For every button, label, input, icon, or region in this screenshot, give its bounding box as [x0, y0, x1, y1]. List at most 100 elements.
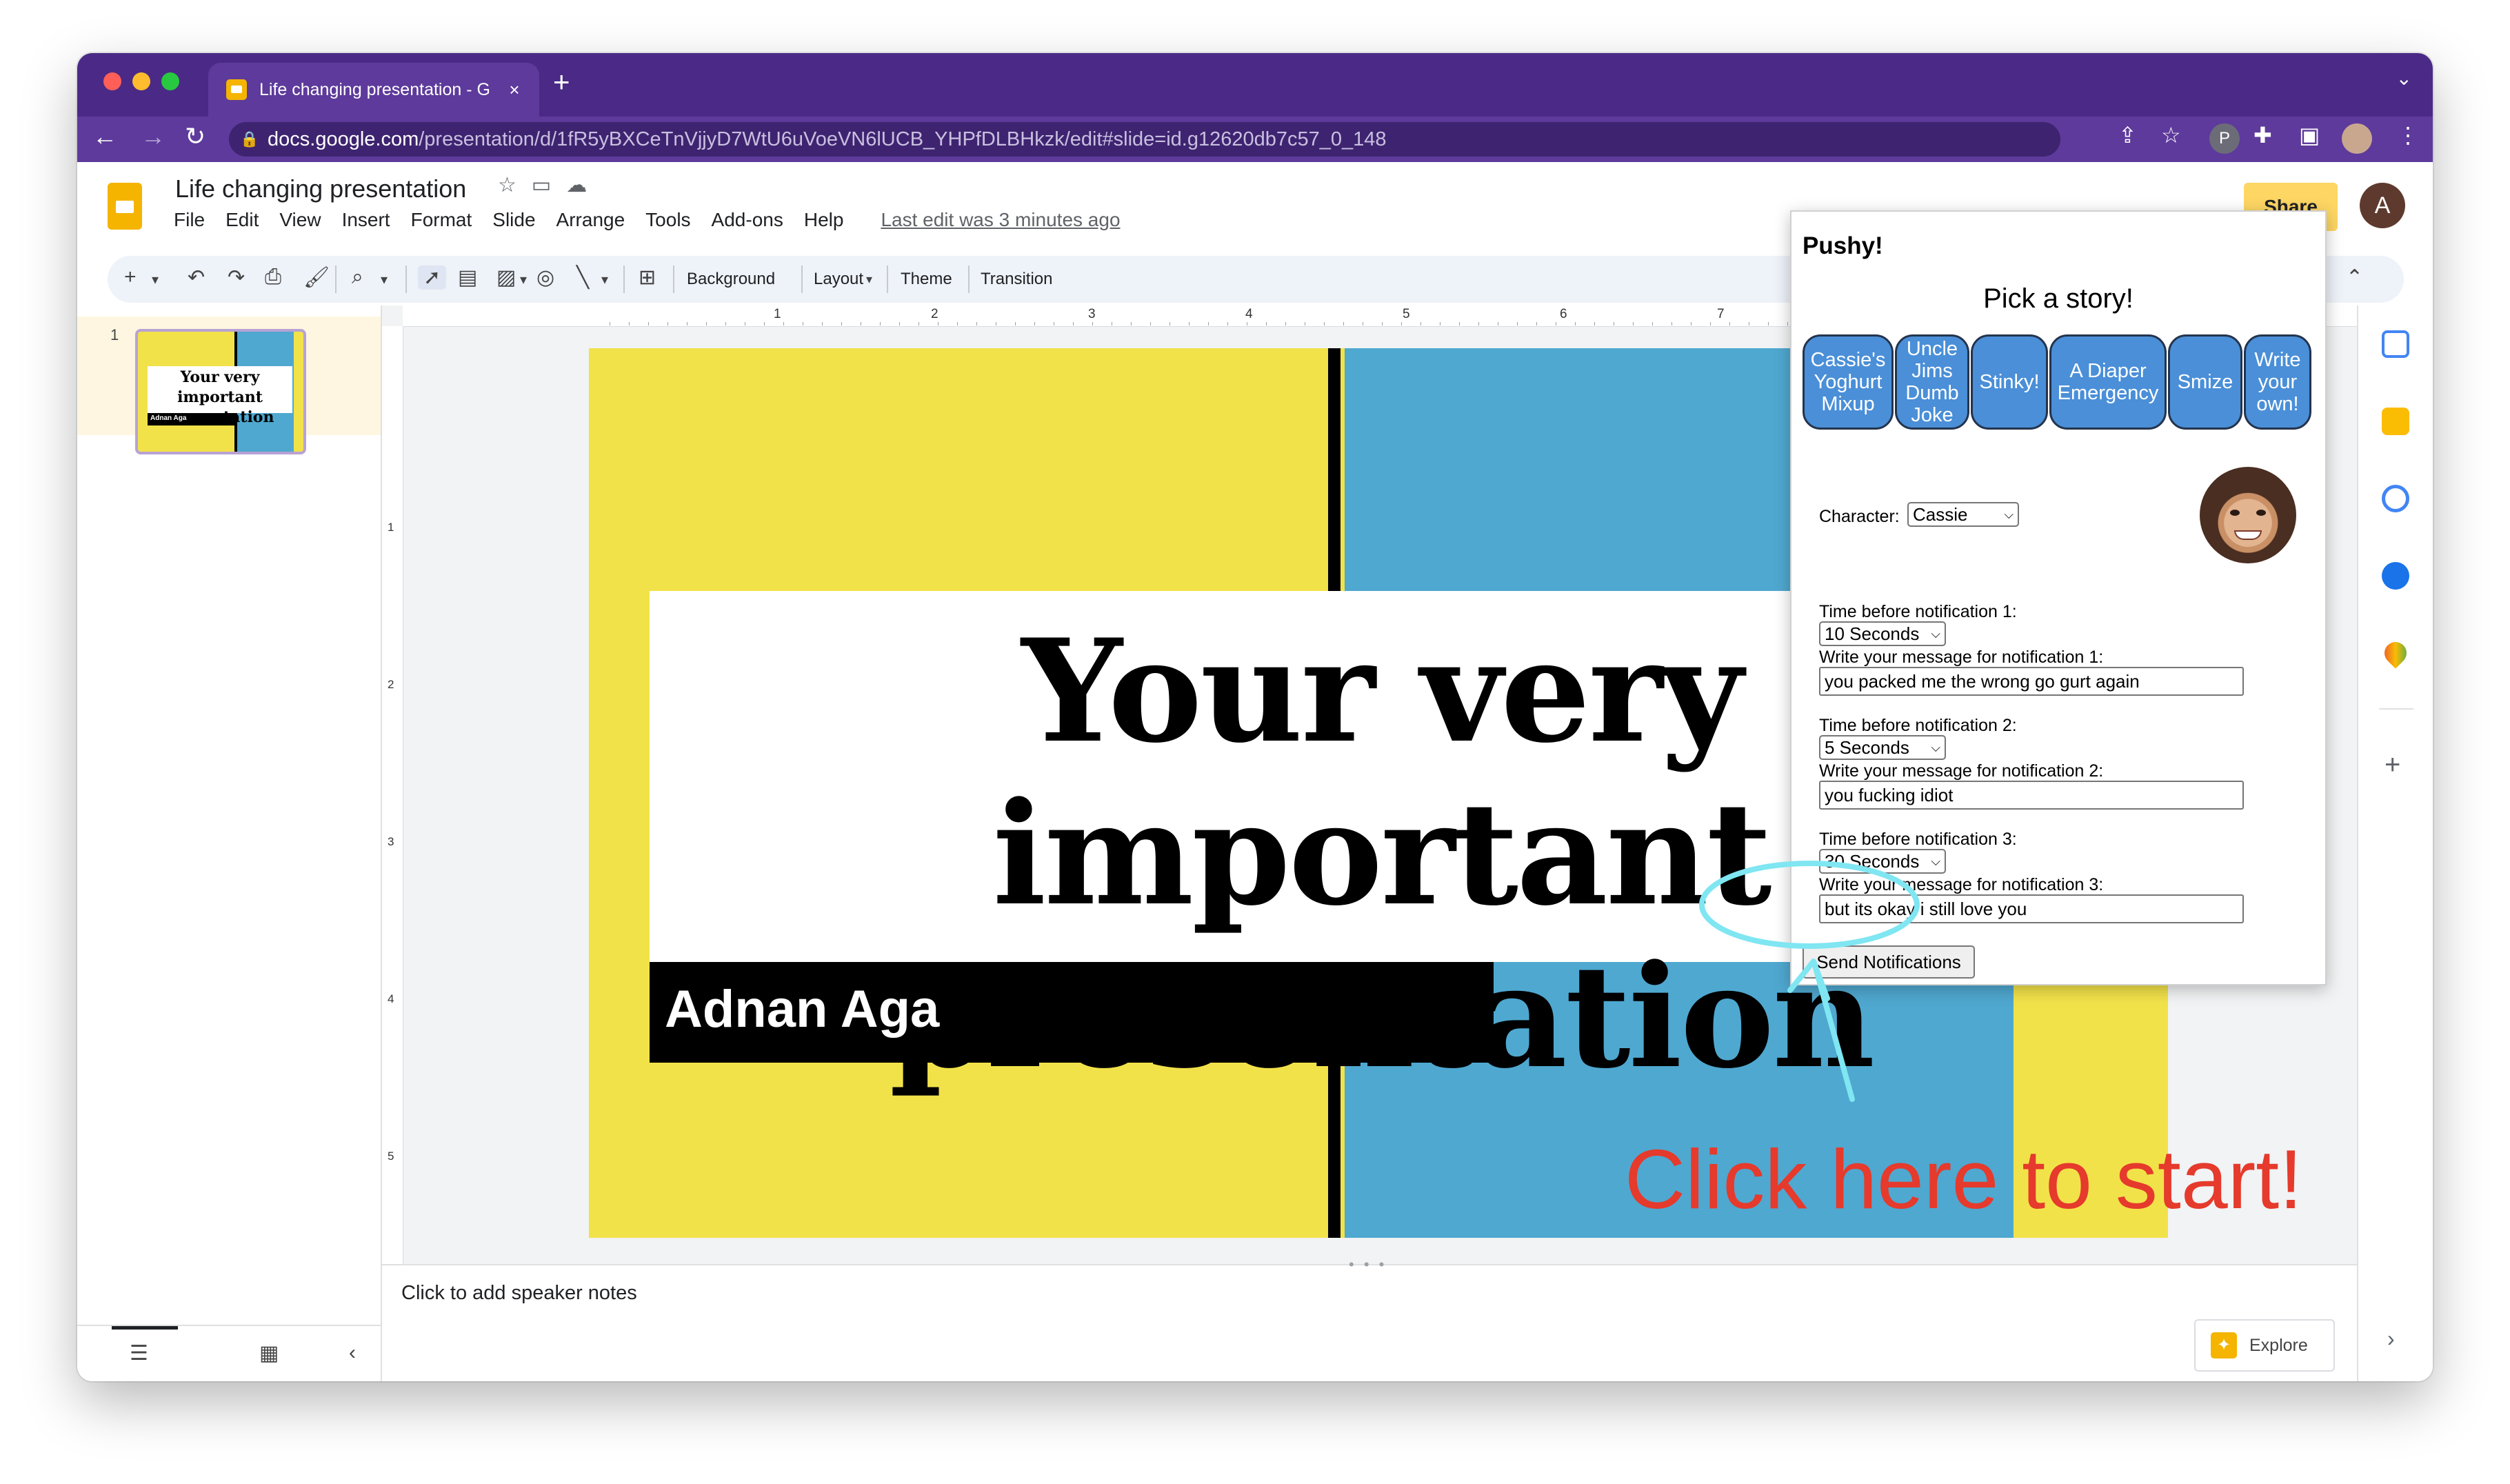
- share-page-icon[interactable]: ⇪: [2118, 122, 2137, 148]
- text-box-icon[interactable]: ▤: [458, 265, 477, 290]
- comment-icon[interactable]: ⊞: [639, 265, 656, 290]
- zoom-dropdown-icon[interactable]: ▾: [381, 271, 388, 288]
- new-tab-icon[interactable]: +: [553, 66, 570, 99]
- tasks-icon[interactable]: [2382, 485, 2409, 512]
- undo-icon[interactable]: ↶: [188, 265, 205, 290]
- close-tab-icon[interactable]: ×: [501, 79, 528, 101]
- character-select-value: Cassie: [1913, 503, 1968, 525]
- hide-menus-chevron-icon[interactable]: ⌃: [2346, 265, 2363, 290]
- explore-label: Explore: [2249, 1335, 2308, 1355]
- star-icon[interactable]: ☆: [498, 174, 532, 197]
- zoom-window-dot[interactable]: [161, 72, 179, 90]
- new-slide-dropdown-icon[interactable]: ▾: [152, 271, 159, 288]
- send-notifications-button[interactable]: Send Notifications: [1803, 945, 1975, 979]
- time-select-1[interactable]: 10 Seconds ⌵: [1819, 621, 1946, 646]
- back-icon[interactable]: ←: [92, 122, 117, 151]
- speaker-notes[interactable]: • • • Click to add speaker notes: [382, 1256, 2357, 1381]
- slide-subtitle[interactable]: Adnan Aga: [665, 979, 939, 1039]
- side-panel-icon[interactable]: ▣: [2299, 122, 2320, 148]
- print-icon[interactable]: ⎙: [265, 265, 281, 289]
- cloud-saved-icon[interactable]: ☁: [566, 174, 602, 197]
- time-select-3[interactable]: 30 Seconds ⌵: [1819, 849, 1946, 874]
- last-edit-link[interactable]: Last edit was 3 minutes ago: [881, 209, 1120, 231]
- paint-format-icon[interactable]: 🖌: [303, 265, 330, 290]
- notes-resize-handle[interactable]: • • •: [1349, 1256, 1387, 1274]
- message-label-2: Write your message for notification 2:: [1819, 761, 2104, 781]
- speaker-notes-placeholder[interactable]: Click to add speaker notes: [401, 1282, 637, 1305]
- get-addons-plus-icon[interactable]: +: [2384, 750, 2400, 781]
- maps-icon[interactable]: [2380, 637, 2411, 669]
- line-icon[interactable]: ╲: [576, 265, 589, 290]
- keep-icon[interactable]: [2382, 408, 2409, 435]
- user-avatar-icon[interactable]: [2342, 123, 2372, 154]
- story-button-stinky[interactable]: Stinky!: [1971, 334, 2048, 430]
- redo-icon[interactable]: ↷: [228, 265, 245, 290]
- menu-view[interactable]: View: [279, 209, 321, 231]
- character-select[interactable]: Cassie ⌵: [1907, 502, 2019, 527]
- slide-thumbnail[interactable]: Your very important presentation Adnan A…: [135, 329, 306, 454]
- move-folder-icon[interactable]: ▭: [532, 174, 566, 197]
- menu-help[interactable]: Help: [804, 209, 844, 231]
- story-button-smize[interactable]: Smize: [2168, 334, 2242, 430]
- explore-button[interactable]: ✦ Explore: [2194, 1319, 2335, 1372]
- image-dropdown-icon[interactable]: ▾: [520, 271, 527, 288]
- tab-search-chevron-icon[interactable]: ⌄: [2396, 67, 2412, 90]
- reload-icon[interactable]: ↻: [185, 122, 205, 151]
- side-panel-divider: [2379, 708, 2413, 710]
- browser-tab[interactable]: Life changing presentation - G ×: [208, 63, 539, 117]
- menu-arrange[interactable]: Arrange: [556, 209, 625, 231]
- message-input-3[interactable]: but its okay i still love you: [1819, 894, 2244, 923]
- new-slide-icon[interactable]: +: [124, 265, 137, 289]
- title-action-icons: ☆▭☁: [498, 173, 602, 197]
- menu-format[interactable]: Format: [411, 209, 472, 231]
- contacts-icon[interactable]: [2382, 562, 2409, 590]
- layout-dropdown-icon[interactable]: ▾: [866, 272, 872, 287]
- story-button-diaper[interactable]: A Diaper Emergency: [2049, 334, 2167, 430]
- ruler-label: 5: [1403, 307, 1410, 321]
- filmstrip-view-icon[interactable]: ☰: [130, 1341, 148, 1365]
- theme-button[interactable]: Theme: [901, 270, 952, 289]
- menu-addons[interactable]: Add-ons: [712, 209, 783, 231]
- profile-extension-icon[interactable]: P: [2209, 123, 2240, 154]
- address-bar[interactable]: 🔒 docs.google.com/presentation/d/1fR5yBX…: [229, 122, 2060, 157]
- extensions-puzzle-icon[interactable]: ✚: [2253, 122, 2272, 148]
- menu-insert[interactable]: Insert: [342, 209, 390, 231]
- image-icon[interactable]: ▨: [496, 265, 516, 290]
- ruler-label: 6: [1560, 307, 1567, 321]
- account-avatar[interactable]: A: [2360, 183, 2405, 228]
- menu-file[interactable]: File: [174, 209, 205, 231]
- shape-icon[interactable]: ◎: [536, 265, 554, 290]
- zoom-icon[interactable]: ⌕: [352, 265, 363, 289]
- close-window-dot[interactable]: [103, 72, 121, 90]
- story-button-dumb-joke[interactable]: Uncle Jims Dumb Joke: [1895, 334, 1969, 430]
- calendar-icon[interactable]: [2382, 330, 2409, 358]
- avatar-smile: [2234, 530, 2262, 540]
- message-input-2[interactable]: you fucking idiot: [1819, 781, 2244, 810]
- grid-view-icon[interactable]: ▦: [259, 1341, 279, 1365]
- menu-tools[interactable]: Tools: [645, 209, 690, 231]
- toolbar-divider: [405, 265, 407, 293]
- message-input-1[interactable]: you packed me the wrong go gurt again: [1819, 667, 2244, 696]
- minimize-window-dot[interactable]: [132, 72, 150, 90]
- background-button[interactable]: Background: [687, 270, 775, 289]
- ruler-label: 1: [774, 307, 781, 321]
- bookmark-star-icon[interactable]: ☆: [2161, 122, 2181, 148]
- toolbar-divider: [887, 265, 888, 293]
- transition-button[interactable]: Transition: [981, 270, 1052, 289]
- menu-edit[interactable]: Edit: [225, 209, 259, 231]
- line-dropdown-icon[interactable]: ▾: [601, 271, 608, 288]
- show-side-panel-chevron-icon[interactable]: ›: [2387, 1326, 2395, 1352]
- ruler-label: 3: [388, 835, 394, 848]
- layout-button[interactable]: Layout: [814, 270, 863, 289]
- time-select-2[interactable]: 5 Seconds ⌵: [1819, 735, 1946, 760]
- story-button-write-own[interactable]: Write your own!: [2244, 334, 2311, 430]
- menu-slide[interactable]: Slide: [492, 209, 535, 231]
- select-cursor-icon[interactable]: ➚: [418, 265, 447, 290]
- forward-icon[interactable]: →: [141, 122, 165, 151]
- collapse-panel-icon[interactable]: ‹: [349, 1341, 356, 1365]
- browser-menu-icon[interactable]: ⋮: [2397, 122, 2419, 148]
- story-button-yoghurt[interactable]: Cassie's Yoghurt Mixup: [1803, 334, 1894, 430]
- document-title[interactable]: Life changing presentation: [175, 174, 466, 203]
- slides-logo-icon[interactable]: [108, 183, 142, 230]
- chevron-down-icon: ⌵: [2004, 507, 2014, 521]
